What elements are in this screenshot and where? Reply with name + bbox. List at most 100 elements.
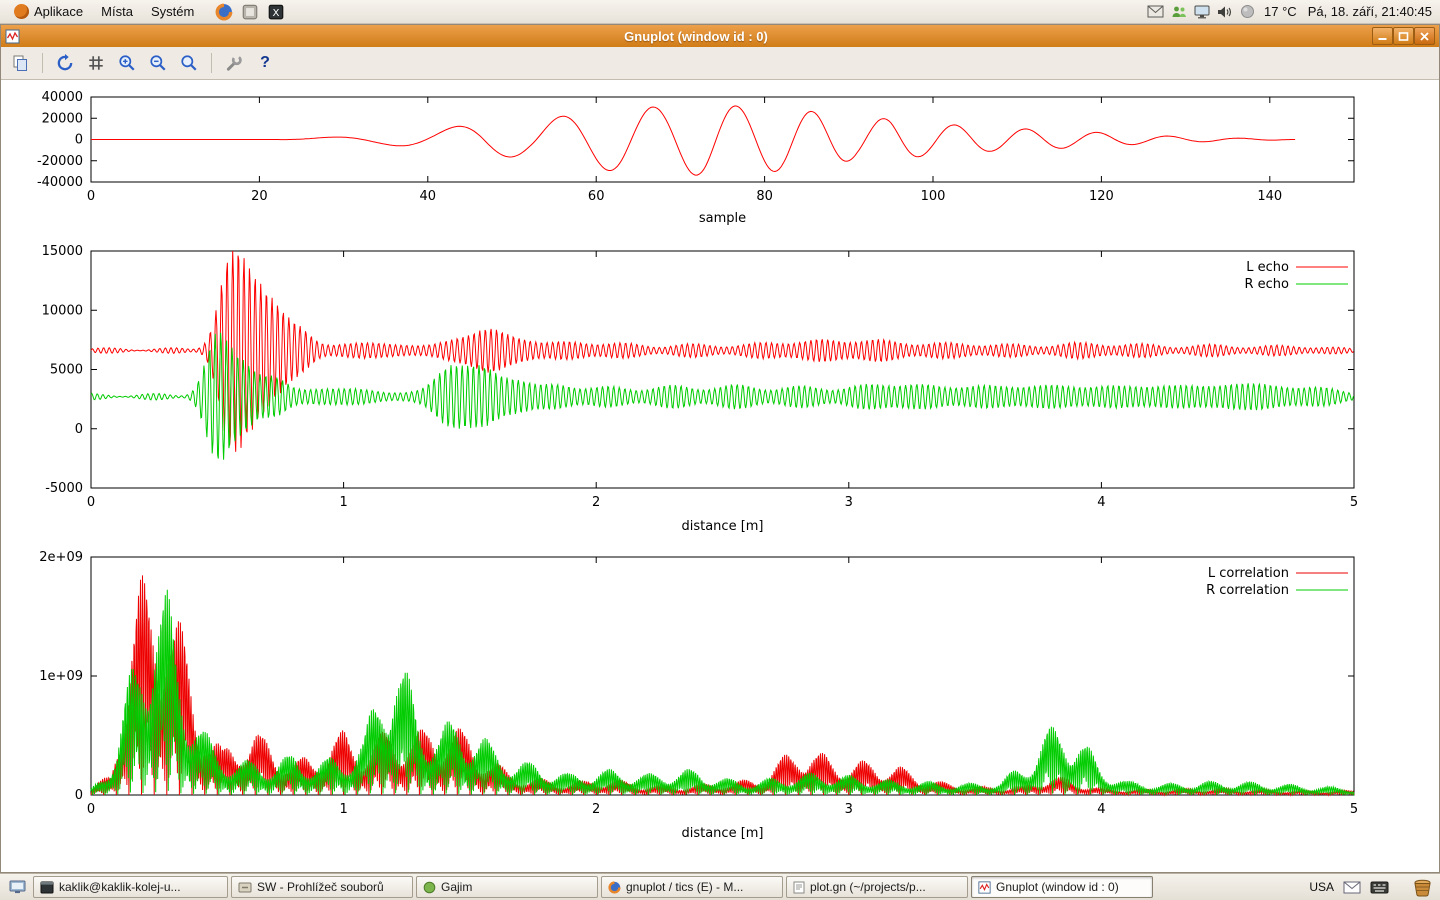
gnuplot-window-icon <box>5 29 20 44</box>
plot-canvas[interactable]: 020406080100120140-40000-200000200004000… <box>1 80 1439 872</box>
minimize-button[interactable] <box>1372 27 1393 45</box>
titlebar[interactable]: Gnuplot (window id : 0) <box>1 25 1439 47</box>
series-R-echo <box>91 333 1354 460</box>
panel-launchers: X <box>214 2 286 22</box>
task-file-manager[interactable]: SW - Prohlížeč souborů <box>231 876 413 898</box>
legend-label: R correlation <box>1206 583 1289 598</box>
weather-icon[interactable] <box>1240 4 1255 19</box>
taskbar: kaklik@kaklik-kolej-u... SW - Prohlížeč … <box>0 873 1440 900</box>
toggle-grid-button[interactable] <box>84 51 108 75</box>
plot-border <box>91 557 1354 795</box>
window-controls <box>1372 27 1435 45</box>
panel-tray: 17 °C Pá, 18. září, 21:40:45 <box>1147 4 1434 20</box>
wrench-icon <box>225 54 243 72</box>
svg-text:X: X <box>273 7 280 18</box>
x-tick-label: 100 <box>921 189 946 204</box>
series-L-correlation <box>91 575 1354 795</box>
task-label: kaklik@kaklik-kolej-u... <box>59 880 181 894</box>
zoom-reset-button[interactable] <box>177 51 201 75</box>
x-tick-label: 40 <box>420 189 437 204</box>
y-tick-label: 2e+09 <box>39 550 83 565</box>
gnome-app-launcher-icon[interactable] <box>240 2 260 22</box>
remote-display-icon[interactable] <box>1194 5 1210 19</box>
top-panel: Aplikace Místa Systém X 17 °C <box>0 0 1440 24</box>
gajim-icon <box>423 881 436 894</box>
help-button[interactable]: ? <box>253 51 277 75</box>
x-tick-label: 2 <box>592 495 600 510</box>
x-tick-label: 0 <box>87 495 95 510</box>
y-tick-label: -5000 <box>45 481 83 496</box>
menu-system-label: Systém <box>151 4 194 19</box>
volume-icon[interactable] <box>1217 5 1233 19</box>
text-editor-icon <box>793 881 805 894</box>
terminal-icon <box>40 881 54 894</box>
y-tick-label: 20000 <box>42 111 83 126</box>
task-label: Gnuplot (window id : 0) <box>996 880 1119 894</box>
zoom-out-button[interactable] <box>146 51 170 75</box>
window-title: Gnuplot (window id : 0) <box>25 29 1367 44</box>
gnuplot-window: Gnuplot (window id : 0) <box>0 24 1440 873</box>
menu-system[interactable]: Systém <box>143 3 202 20</box>
x-tick-label: 2 <box>592 802 600 817</box>
file-manager-icon <box>238 881 252 894</box>
user-switch-icon[interactable] <box>1171 4 1187 20</box>
menu-applications[interactable]: Aplikace <box>6 3 91 20</box>
xterm-launcher-icon[interactable]: X <box>266 2 286 22</box>
x-tick-label: 3 <box>845 802 853 817</box>
y-tick-label: 0 <box>75 788 83 803</box>
task-text-editor[interactable]: plot.gn (~/projects/p... <box>786 876 968 898</box>
x-tick-label: 4 <box>1097 495 1105 510</box>
taskbar-tray: USA <box>1309 878 1436 897</box>
mail-notify-icon[interactable] <box>1343 881 1361 894</box>
keyboard-layout-indicator[interactable]: USA <box>1309 880 1334 894</box>
series-L-echo <box>91 251 1354 452</box>
toolbar-separator <box>42 53 43 73</box>
firefox-launcher-icon[interactable] <box>214 2 234 22</box>
toolbar-separator <box>211 53 212 73</box>
y-tick-label: 5000 <box>50 363 83 378</box>
grid-icon <box>87 54 105 72</box>
maximize-button[interactable] <box>1393 27 1414 45</box>
task-label: SW - Prohlížeč souborů <box>257 880 384 894</box>
options-button[interactable] <box>222 51 246 75</box>
copy-to-clipboard-button[interactable] <box>8 51 32 75</box>
y-tick-label: 0 <box>75 422 83 437</box>
x-tick-label: 80 <box>756 189 773 204</box>
legend-label: L echo <box>1246 260 1289 275</box>
replot-icon <box>56 54 74 72</box>
trash-icon[interactable] <box>1412 878 1433 897</box>
replot-button[interactable] <box>53 51 77 75</box>
zoom-out-icon <box>149 54 167 72</box>
keyboard-indicator-icon[interactable] <box>1370 881 1389 894</box>
x-tick-label: 140 <box>1257 189 1282 204</box>
temperature-label[interactable]: 17 °C <box>1262 4 1299 19</box>
series-chirp-signal <box>91 106 1295 175</box>
task-terminal[interactable]: kaklik@kaklik-kolej-u... <box>33 876 228 898</box>
ubuntu-logo-icon <box>14 4 29 19</box>
close-button[interactable] <box>1414 27 1435 45</box>
y-tick-label: 10000 <box>42 303 83 318</box>
clock-label[interactable]: Pá, 18. září, 21:40:45 <box>1306 4 1434 19</box>
x-tick-label: 120 <box>1089 189 1114 204</box>
task-gnuplot[interactable]: Gnuplot (window id : 0) <box>971 876 1153 898</box>
task-label: Gajim <box>441 880 472 894</box>
show-desktop-button[interactable] <box>4 875 30 899</box>
x-tick-label: 3 <box>845 495 853 510</box>
task-gajim[interactable]: Gajim <box>416 876 598 898</box>
y-tick-label: 1e+09 <box>39 669 83 684</box>
task-firefox[interactable]: gnuplot / tics (E) - M... <box>601 876 783 898</box>
y-tick-label: 40000 <box>42 90 83 105</box>
plot-border <box>91 251 1354 488</box>
firefox-icon <box>608 881 621 894</box>
task-label: plot.gn (~/projects/p... <box>810 880 926 894</box>
task-label: gnuplot / tics (E) - M... <box>626 880 743 894</box>
y-tick-label: 0 <box>75 133 83 148</box>
x-tick-label: 60 <box>588 189 605 204</box>
menu-places[interactable]: Místa <box>93 3 141 20</box>
x-tick-label: 5 <box>1350 495 1358 510</box>
mail-icon[interactable] <box>1147 5 1164 18</box>
x-tick-label: 20 <box>251 189 268 204</box>
zoom-reset-icon <box>180 54 198 72</box>
toolbar: ? <box>1 47 1439 80</box>
zoom-in-button[interactable] <box>115 51 139 75</box>
